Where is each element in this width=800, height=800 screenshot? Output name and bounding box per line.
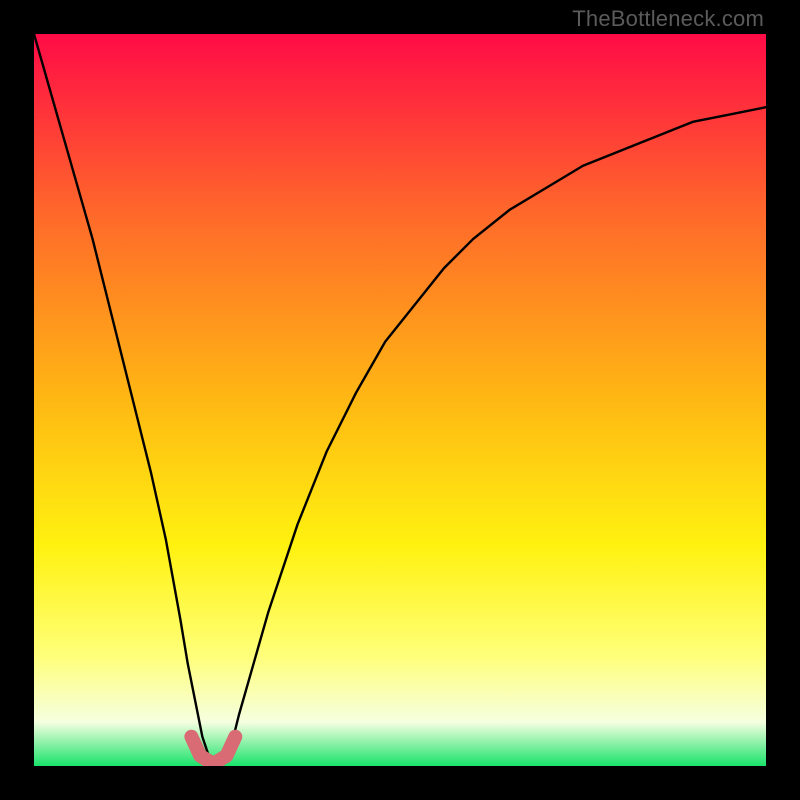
watermark-text: TheBottleneck.com: [572, 6, 764, 32]
gradient-background: [34, 34, 766, 766]
chart-frame: [34, 34, 766, 766]
bottleneck-chart: [34, 34, 766, 766]
